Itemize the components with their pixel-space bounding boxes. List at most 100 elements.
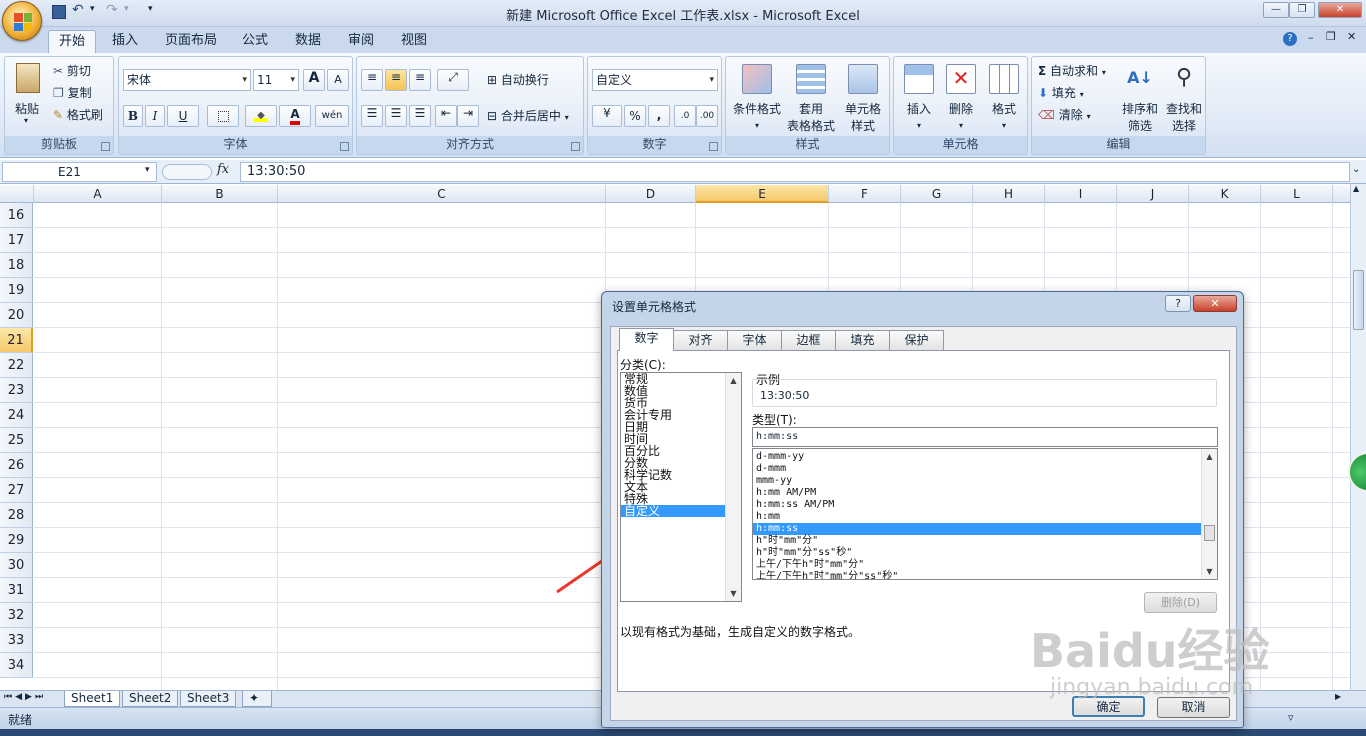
column-header-b[interactable]: B (162, 185, 278, 203)
column-header-c[interactable]: C (278, 185, 606, 203)
comma-button[interactable]: , (648, 105, 670, 127)
align-left-icon[interactable]: ☰ (361, 105, 383, 127)
formula-input[interactable]: 13:30:50 (240, 162, 1350, 182)
row-header-33[interactable]: 33 (0, 628, 33, 653)
save-icon[interactable] (52, 5, 66, 19)
redo-dropdown-icon[interactable]: ▾ (124, 4, 129, 14)
row-header-30[interactable]: 30 (0, 553, 33, 578)
dialog-tab-fill[interactable]: 填充 (835, 330, 890, 350)
delete-format-button[interactable]: 删除(D) (1144, 592, 1217, 613)
dialog-tab-protection[interactable]: 保护 (889, 330, 944, 350)
row-header-23[interactable]: 23 (0, 378, 33, 403)
wrap-text-button[interactable]: ⊞ 自动换行 (487, 71, 549, 88)
row-header-17[interactable]: 17 (0, 228, 33, 253)
row-header-32[interactable]: 32 (0, 603, 33, 628)
insert-sheet-icon[interactable]: ✦ (242, 691, 272, 707)
undo-icon[interactable]: ↶ (72, 2, 84, 18)
dialog-close-button[interactable]: ✕ (1193, 295, 1237, 312)
number-format-combo[interactable]: 自定义 (592, 69, 718, 91)
font-size-combo[interactable]: 11 (253, 69, 299, 91)
fill-color-button[interactable]: ◆ (245, 105, 277, 127)
type-list[interactable]: d-mmm-yy d-mmm mmm-yy h:mm AM/PM h:mm:ss AM/… (752, 448, 1218, 580)
column-header-d[interactable]: D (606, 185, 696, 203)
align-right-icon[interactable]: ☰ (409, 105, 431, 127)
paste-button[interactable]: 粘贴 ▾ (11, 61, 45, 125)
row-header-16[interactable]: 16 (0, 203, 33, 228)
format-as-table-button[interactable]: 套用 表格格式 (784, 61, 838, 133)
currency-icon[interactable]: ¥ (592, 105, 622, 127)
fill-button[interactable]: ⬇ 填充 ▾ (1038, 84, 1084, 101)
vertical-scrollbar[interactable]: ▲ (1350, 184, 1366, 690)
type-scroll-thumb[interactable] (1204, 525, 1215, 541)
row-header-20[interactable]: 20 (0, 303, 33, 328)
minimize-button[interactable]: — (1263, 2, 1289, 18)
dialog-tab-border[interactable]: 边框 (781, 330, 836, 350)
row-header-25[interactable]: 25 (0, 428, 33, 453)
ribbon-restore-icon[interactable]: ❐ (1326, 30, 1336, 43)
row-header-31[interactable]: 31 (0, 578, 33, 603)
row-header-19[interactable]: 19 (0, 278, 33, 303)
bold-button[interactable]: B (123, 105, 143, 127)
border-button[interactable] (207, 105, 239, 127)
sheet-tab-3[interactable]: Sheet3 (180, 691, 237, 707)
type-item[interactable]: h:mm:ss (753, 523, 1201, 535)
font-name-combo[interactable]: 宋体 (123, 69, 251, 91)
help-icon[interactable]: ? (1283, 32, 1297, 46)
increase-indent-icon[interactable]: ⇥ (457, 105, 479, 127)
type-item[interactable]: h:mm:ss AM/PM (753, 499, 1201, 511)
format-cells-button[interactable]: 格式 ▾ (982, 61, 1026, 133)
restore-button[interactable]: ❐ (1289, 2, 1315, 18)
tab-review[interactable]: 审阅 (338, 30, 384, 53)
clear-button[interactable]: ⌫ 清除 ▾ (1038, 106, 1091, 123)
dialog-tab-number[interactable]: 数字 (619, 328, 674, 351)
sheet-tab-1[interactable]: Sheet1 (64, 691, 121, 707)
number-launcher-icon[interactable] (709, 142, 718, 151)
type-item[interactable]: h:mm AM/PM (753, 487, 1201, 499)
row-header-29[interactable]: 29 (0, 528, 33, 553)
column-header-a[interactable]: A (34, 185, 162, 203)
row-header-22[interactable]: 22 (0, 353, 33, 378)
increase-decimal-icon[interactable]: .0 (674, 105, 696, 127)
top-align-icon[interactable]: ≡ (361, 69, 383, 91)
category-item[interactable]: 自定义 (621, 505, 741, 517)
scroll-up-icon[interactable]: ▲ (726, 373, 741, 388)
customize-qat-icon[interactable]: ▾ (148, 4, 153, 14)
type-item[interactable]: d-mmm (753, 463, 1201, 475)
font-color-button[interactable]: A (279, 105, 311, 127)
italic-button[interactable]: I (145, 105, 165, 127)
delete-cells-button[interactable]: ✕ 删除 ▾ (940, 61, 982, 133)
tab-page-layout[interactable]: 页面布局 (155, 30, 227, 53)
dialog-help-button[interactable]: ? (1165, 295, 1191, 312)
merge-center-button[interactable]: ⊟ 合并后居中 ▾ (487, 107, 569, 124)
clipboard-launcher-icon[interactable] (101, 142, 110, 151)
align-center-icon[interactable]: ☰ (385, 105, 407, 127)
scroll-up-icon[interactable]: ▲ (1202, 449, 1217, 464)
undo-dropdown-icon[interactable]: ▾ (90, 4, 95, 14)
sort-filter-button[interactable]: A↓ 排序和 筛选 (1118, 61, 1162, 133)
scroll-down-icon[interactable]: ▼ (1202, 564, 1217, 579)
orientation-icon[interactable]: ⤢ (437, 69, 469, 91)
scroll-right-icon[interactable]: ▶ (1335, 692, 1341, 701)
category-list[interactable]: 常规 数值 货币 会计专用 日期 时间 百分比 分数 科学记数 文本 特殊 自定义 ▲ ▼ (620, 372, 742, 602)
percent-button[interactable]: % (624, 105, 646, 127)
type-item[interactable]: d-mmm-yy (753, 451, 1201, 463)
type-item[interactable]: 上午/下午h"时"mm"分" (753, 559, 1201, 571)
cut-button[interactable]: ✂ 剪切 (53, 62, 91, 79)
sheet-navigation-icons[interactable]: ⏮◀▶⏭ (4, 692, 46, 702)
row-header-34[interactable]: 34 (0, 653, 33, 678)
row-header-26[interactable]: 26 (0, 453, 33, 478)
column-header-f[interactable]: F (829, 185, 901, 203)
tab-formulas[interactable]: 公式 (232, 30, 278, 53)
shrink-font-button[interactable]: A (327, 69, 349, 91)
type-input[interactable]: h:mm:ss (752, 427, 1218, 447)
sheet-tab-2[interactable]: Sheet2 (122, 691, 179, 707)
expand-formula-icon[interactable]: ⌄ (1352, 164, 1360, 175)
row-header-21[interactable]: 21 (0, 328, 33, 353)
type-item[interactable]: h"时"mm"分"ss"秒" (753, 547, 1201, 559)
middle-align-icon[interactable]: ≡ (385, 69, 407, 91)
row-header-28[interactable]: 28 (0, 503, 33, 528)
office-button[interactable] (2, 1, 42, 41)
ribbon-minimize-icon[interactable]: – (1308, 31, 1314, 44)
type-item[interactable]: 上午/下午h"时"mm"分"ss"秒" (753, 571, 1201, 579)
close-button[interactable]: ✕ (1318, 2, 1362, 18)
